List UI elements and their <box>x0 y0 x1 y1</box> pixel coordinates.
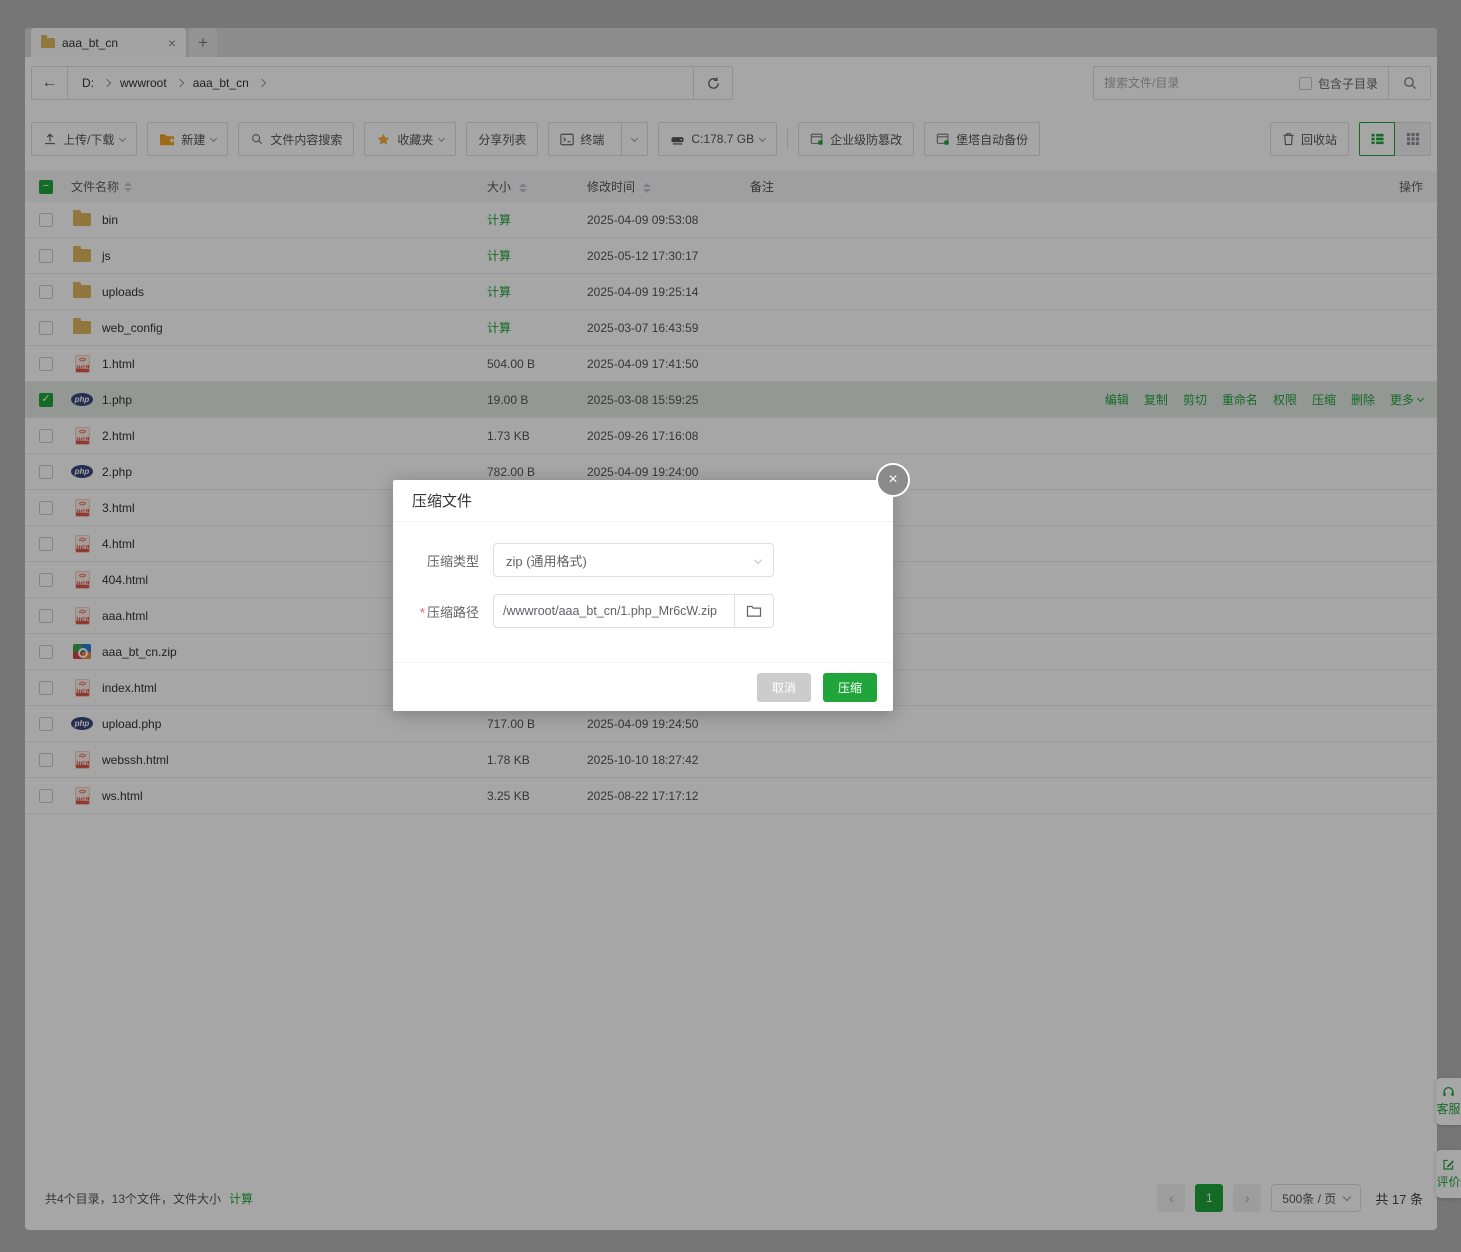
compress-path-label: 压缩路径 <box>427 605 479 620</box>
dialog-close-button[interactable]: × <box>876 463 910 497</box>
compress-type-label: 压缩类型 <box>427 554 479 569</box>
compress-dialog: × 压缩文件 压缩类型 zip (通用格式) *压缩路径 <box>393 480 893 711</box>
compress-button[interactable]: 压缩 <box>823 673 877 702</box>
compress-type-select[interactable]: zip (通用格式) <box>493 543 774 577</box>
folder-open-icon <box>746 604 762 618</box>
chevron-down-icon <box>754 556 762 564</box>
browse-path-button[interactable] <box>734 594 774 628</box>
compress-path-input[interactable] <box>493 594 734 628</box>
compress-type-value: zip (通用格式) <box>506 551 587 570</box>
required-asterisk: * <box>420 605 425 620</box>
screen: aaa_bt_cn × + ← D: wwwroot aaa_bt_cn <box>0 0 1461 1252</box>
cancel-button[interactable]: 取消 <box>757 673 811 702</box>
dialog-title: 压缩文件 <box>393 480 893 522</box>
